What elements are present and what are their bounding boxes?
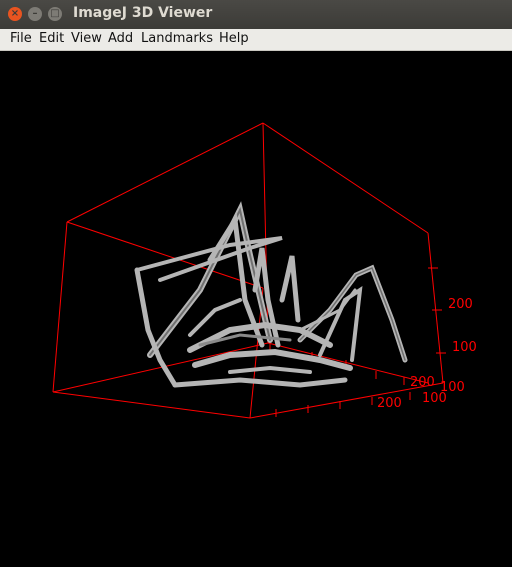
window-title: ImageJ 3D Viewer bbox=[73, 5, 213, 21]
bottom-label-200: 200 bbox=[377, 396, 402, 411]
3d-viewport[interactable]: 200 100 200 100 200 100 bbox=[0, 51, 512, 563]
z-label-200: 200 bbox=[448, 297, 473, 312]
menu-landmarks[interactable]: Landmarks bbox=[141, 31, 213, 46]
maximize-icon[interactable]: □ bbox=[48, 7, 62, 21]
body bbox=[228, 365, 312, 374]
box-edge bbox=[66, 122, 264, 223]
menu-bar: File Edit View Add Landmarks Help bbox=[0, 29, 512, 51]
right-label-200: 200 bbox=[410, 375, 435, 390]
box-edge bbox=[52, 221, 68, 393]
box-edge bbox=[52, 342, 269, 393]
limb bbox=[147, 201, 273, 358]
box-edge bbox=[427, 232, 444, 384]
box-edge bbox=[262, 122, 429, 234]
3d-scene: 200 100 200 100 200 100 bbox=[52, 122, 477, 419]
menu-file[interactable]: File bbox=[10, 31, 32, 46]
menu-help[interactable]: Help bbox=[219, 31, 249, 46]
menu-add[interactable]: Add bbox=[108, 31, 133, 46]
menu-view[interactable]: View bbox=[71, 31, 102, 46]
close-icon[interactable]: × bbox=[8, 7, 22, 21]
bottom-label-100: 100 bbox=[422, 391, 447, 406]
bounding-box bbox=[52, 122, 444, 419]
minimize-icon[interactable]: – bbox=[28, 7, 42, 21]
surface-mesh bbox=[134, 201, 408, 388]
z-label-100: 100 bbox=[452, 340, 477, 355]
menu-edit[interactable]: Edit bbox=[39, 31, 64, 46]
limb bbox=[172, 377, 348, 388]
title-bar[interactable]: × – □ ImageJ 3D Viewer bbox=[0, 0, 512, 29]
box-edge bbox=[52, 391, 251, 419]
limb bbox=[279, 255, 301, 323]
imagej-3d-viewer-window: × – □ ImageJ 3D Viewer File Edit View Ad… bbox=[0, 0, 512, 563]
